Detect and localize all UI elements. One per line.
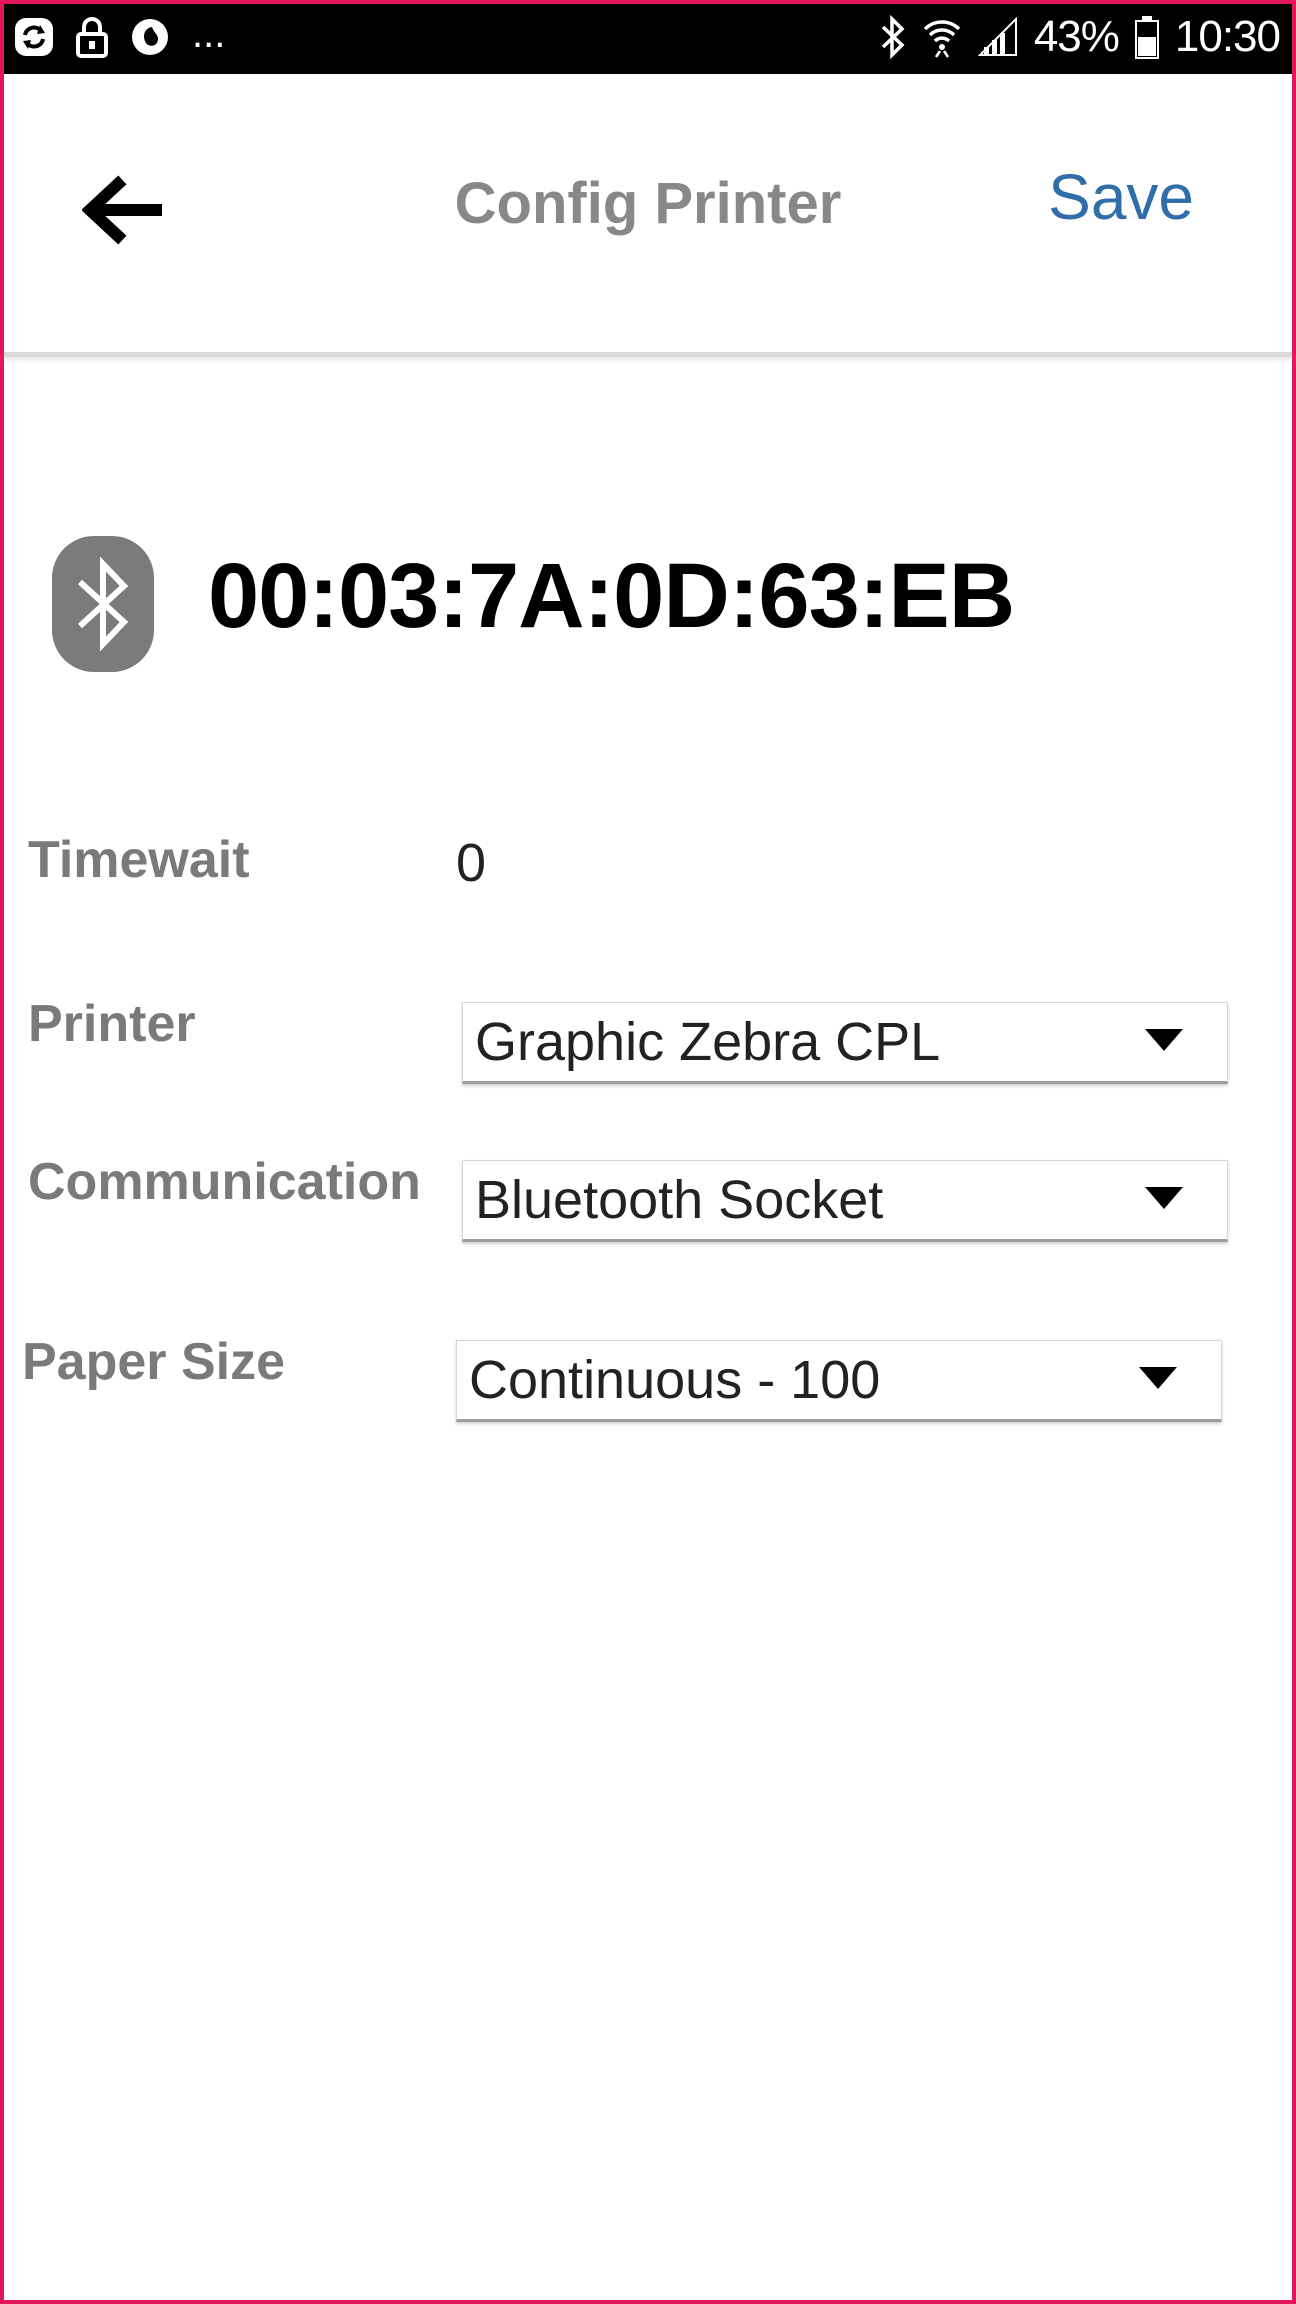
status-bar-left: ... xyxy=(14,11,226,60)
lock-icon xyxy=(76,16,108,58)
communication-select[interactable]: Bluetooth Socket xyxy=(462,1160,1228,1242)
paper-size-select-value: Continuous - 100 xyxy=(469,1350,881,1410)
printer-select[interactable]: Graphic Zebra CPL xyxy=(462,1002,1228,1084)
device-row: 00:03:7A:0D:63:EB xyxy=(52,536,1252,674)
wifi-icon xyxy=(922,15,962,59)
sync-notification-icon xyxy=(14,17,54,57)
printer-select-value: Graphic Zebra CPL xyxy=(475,1012,941,1072)
chevron-down-icon xyxy=(1145,1029,1183,1051)
chevron-down-icon xyxy=(1139,1367,1177,1389)
communication-select-value: Bluetooth Socket xyxy=(475,1170,884,1230)
bluetooth-icon xyxy=(77,556,129,652)
bluetooth-icon xyxy=(880,15,906,59)
status-bar-right: 43% 10:30 xyxy=(880,10,1281,64)
more-notifications-indicator: ... xyxy=(192,11,226,56)
timewait-label: Timewait xyxy=(28,831,250,889)
battery-percent: 43% xyxy=(1033,12,1120,61)
bluetooth-badge xyxy=(52,536,154,672)
signal-icon xyxy=(977,17,1018,57)
paper-size-label: Paper Size xyxy=(22,1333,286,1391)
status-bar: ... 43% 10:30 xyxy=(0,0,1296,74)
communication-label: Communication xyxy=(28,1153,421,1211)
chevron-down-icon xyxy=(1145,1187,1183,1209)
save-button[interactable]: Save xyxy=(1048,160,1194,234)
battery-icon xyxy=(1134,15,1159,59)
device-address: 00:03:7A:0D:63:EB xyxy=(208,545,1015,647)
printer-label: Printer xyxy=(28,995,196,1053)
vodafone-icon xyxy=(130,17,170,57)
paper-size-select[interactable]: Continuous - 100 xyxy=(456,1340,1222,1422)
app-header: Config Printer Save xyxy=(4,74,1292,357)
clock: 10:30 xyxy=(1174,12,1281,61)
timewait-value[interactable]: 0 xyxy=(456,832,486,894)
